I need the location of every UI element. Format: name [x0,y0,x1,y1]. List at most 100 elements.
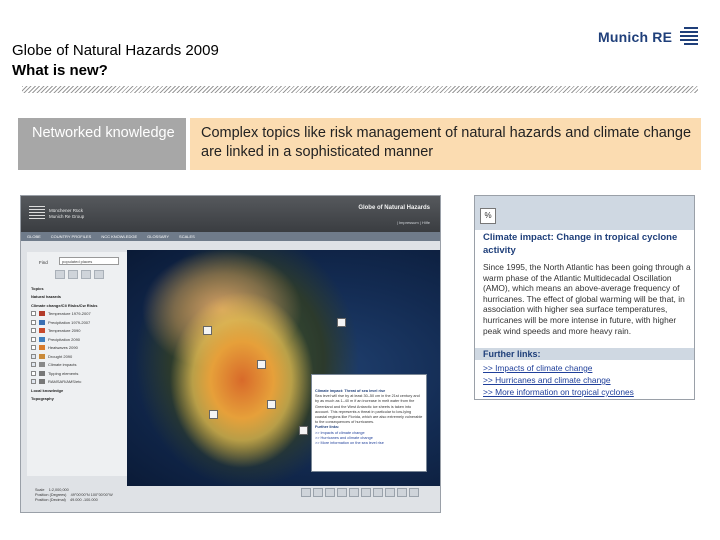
nav-globe[interactable]: GLOBE [27,232,41,241]
hazard-marker-icon[interactable] [337,318,346,327]
nav-country-profiles[interactable]: COUNTRY PROFILES [51,232,92,241]
app-brand: Münchener Rück Munich Re Group [49,208,84,220]
tree-row[interactable]: Natural hazards [31,293,127,302]
tree-label: Climate change/Cli Risks/Cw Risks [31,302,98,308]
layer-swatch [39,379,45,385]
zoom-panel-title: Climate impact: Change in tropical cyclo… [483,232,678,256]
info-tab-icon[interactable] [94,270,104,279]
tree-label: Temperature 2090 [48,328,81,334]
print-icon[interactable] [301,488,311,497]
info-icon[interactable] [385,488,395,497]
hazard-marker-icon[interactable] [299,426,308,435]
tree-label: Precipitation 1979-2007 [48,319,91,325]
munich-re-logo-icon [680,27,699,45]
app-header-links[interactable]: | Impressum | Hilfe [397,220,430,225]
link-more-info-tropical-cyclones[interactable]: >> More information on tropical cyclones [483,386,693,398]
slide-title: Globe of Natural Hazards 2009 What is ne… [12,41,219,81]
layer-checkbox[interactable] [31,370,36,376]
popup-link[interactable]: >> More information on the sea level ris… [315,441,423,446]
pan-icon[interactable] [349,488,359,497]
tree-row[interactable]: Precipitation 1979-2007 [31,318,127,327]
tree-row[interactable]: Temperature 2090 [31,327,127,336]
find-label: Find [39,260,48,265]
tree-row[interactable]: Heatwaves 2090 [31,344,127,353]
tree-row[interactable]: Climate impacts [31,361,127,370]
layer-tree: Topics Natural hazards Climate change/Cl… [31,284,127,403]
layer-checkbox[interactable] [31,353,36,359]
link-impacts-of-climate-change[interactable]: >> Impacts of climate change [483,362,693,374]
tree-label: Topics [31,285,44,291]
munich-re-logo: Munich RE [598,24,702,50]
link-hurricanes-and-climate-change[interactable]: >> Hurricanes and climate change [483,374,693,386]
layer-checkbox[interactable] [31,311,36,317]
measure-icon[interactable] [361,488,371,497]
layer-panel: Find populated places Topics Natural haz… [27,252,127,476]
layer-checkbox[interactable] [31,328,36,334]
layer-checkbox[interactable] [31,345,36,351]
further-links-title: Further links: [483,349,541,359]
zoomed-info-panel: % Climate impact: Change in tropical cyc… [474,195,695,400]
further-links-bar: Further links: [475,348,694,360]
hazard-marker-icon[interactable] [203,326,212,335]
layer-checkbox[interactable] [31,362,36,368]
legend-tab-icon[interactable] [81,270,91,279]
tree-row[interactable]: Topography [31,395,127,404]
logo-text: Munich RE [598,29,673,45]
panel-toolbar [55,270,125,280]
tree-label: Precipitation 2090 [48,336,81,342]
layers-icon[interactable] [397,488,407,497]
pdf-icon[interactable] [313,488,323,497]
tree-label: Local knowledge [31,387,64,393]
tree-label: Topography [31,396,54,402]
globe-app-screenshot: Münchener Rück Munich Re Group Globe of … [20,195,441,513]
app-nav: GLOBE COUNTRY PROFILES NCC KNOWLEDGE GLO… [21,232,440,241]
tree-row[interactable]: Topics [31,284,127,293]
zoom-panel-body: Since 1995, the North Atlantic has been … [483,262,691,336]
info-popup: Climate impact: Threat of sea level rise… [311,374,427,472]
layer-swatch [39,345,45,351]
app-header: Münchener Rück Munich Re Group Globe of … [21,196,440,232]
slide-title-line1: Globe of Natural Hazards 2009 [12,42,219,59]
tree-row[interactable]: Climate change/Cli Risks/Cw Risks [31,301,127,310]
map-controls [301,488,419,497]
layer-checkbox[interactable] [31,379,36,385]
help-icon[interactable] [409,488,419,497]
layer-swatch [39,319,45,325]
layers-tab-icon[interactable] [55,270,65,279]
zoom-in-icon[interactable] [325,488,335,497]
tree-row[interactable]: RAMSAR/AMS/etc [31,378,127,387]
tree-label: Climate impacts [48,362,77,368]
document-tab-icon[interactable] [68,270,78,279]
networked-knowledge-box: Networked knowledge [18,118,186,170]
tree-row[interactable]: Tipping elements [31,369,127,378]
tree-label: Tipping elements [48,370,79,376]
zoom-out-icon[interactable] [337,488,347,497]
layer-swatch [39,362,45,368]
tree-label: Drought 2090 [48,353,73,359]
layer-swatch [39,353,45,359]
tree-row[interactable]: Temperature 1979-2007 [31,310,127,319]
zoom-panel-header: % [475,196,694,230]
reset-icon[interactable] [373,488,383,497]
nav-glossary[interactable]: GLOSSARY [147,232,169,241]
layer-checkbox[interactable] [31,319,36,325]
tree-row[interactable]: Drought 2090 [31,352,127,361]
layer-swatch [39,311,45,317]
hazard-marker-icon[interactable] [257,360,266,369]
tree-label: Heatwaves 2090 [48,345,78,351]
position-readout: Scale 1:2,000,000 Position (Degrees) 49°… [35,488,113,502]
nav-ncc-knowledge[interactable]: NCC KNOWLEDGE [101,232,137,241]
tree-label: RAMSAR/AMS/etc [48,379,82,385]
hazard-marker-icon[interactable] [209,410,218,419]
tree-row[interactable]: Precipitation 2090 [31,335,127,344]
nav-scales[interactable]: SCALES [179,232,195,241]
hazard-marker-icon[interactable] [267,400,276,409]
layer-swatch [39,328,45,334]
layer-checkbox[interactable] [31,336,36,342]
layer-swatch [39,370,45,376]
layer-swatch [39,336,45,342]
further-links-list: >> Impacts of climate change >> Hurrican… [483,362,693,398]
climate-impact-icon: % [480,208,496,224]
tree-row[interactable]: Local knowledge [31,386,127,395]
find-input[interactable]: populated places [59,257,119,265]
